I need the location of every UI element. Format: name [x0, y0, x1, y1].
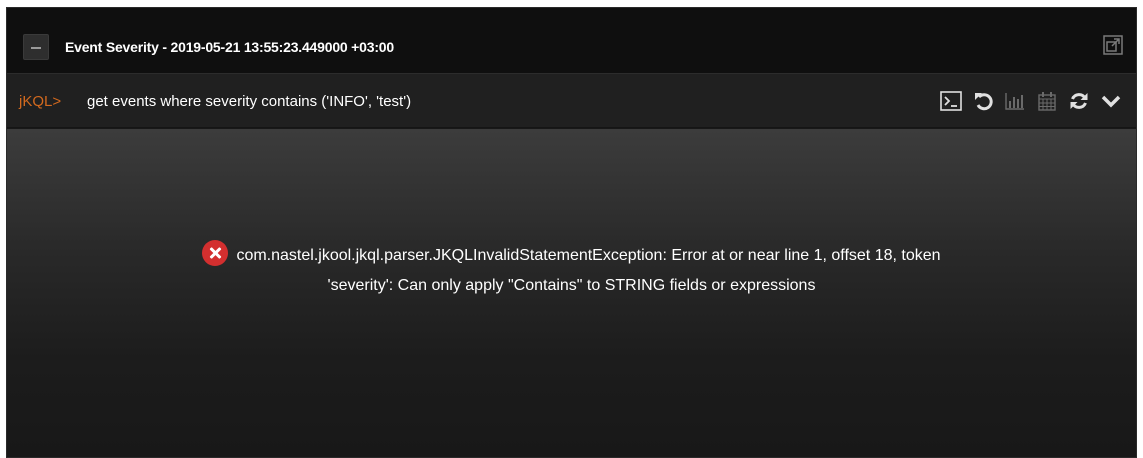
event-severity-widget: Event Severity - 2019-05-21 13:55:23.449…: [6, 7, 1137, 458]
error-icon: [202, 240, 229, 266]
terminal-icon[interactable]: [940, 90, 962, 112]
refresh-icon[interactable]: [1068, 90, 1090, 112]
query-toolbar: [940, 90, 1122, 112]
chevron-down-icon[interactable]: [1100, 90, 1122, 112]
collapse-button[interactable]: [23, 34, 49, 60]
query-prompt: jKQL>: [19, 93, 62, 110]
query-input[interactable]: get events where severity contains ('INF…: [87, 93, 411, 110]
calendar-icon[interactable]: [1036, 90, 1058, 112]
popout-icon[interactable]: [1102, 34, 1124, 56]
bar-chart-icon[interactable]: [1004, 90, 1026, 112]
error-line-1: com.nastel.jkool.jkql.parser.JKQLInvalid…: [236, 247, 941, 264]
widget-title: Event Severity - 2019-05-21 13:55:23.449…: [65, 39, 394, 55]
undo-icon[interactable]: [972, 90, 994, 112]
error-message: com.nastel.jkool.jkql.parser.JKQLInvalid…: [47, 240, 1096, 301]
widget-titlebar: Event Severity - 2019-05-21 13:55:23.449…: [7, 8, 1136, 74]
query-bar[interactable]: jKQL> get events where severity contains…: [7, 74, 1136, 128]
error-line-2: 'severity': Can only apply "Contains" to…: [327, 277, 816, 294]
